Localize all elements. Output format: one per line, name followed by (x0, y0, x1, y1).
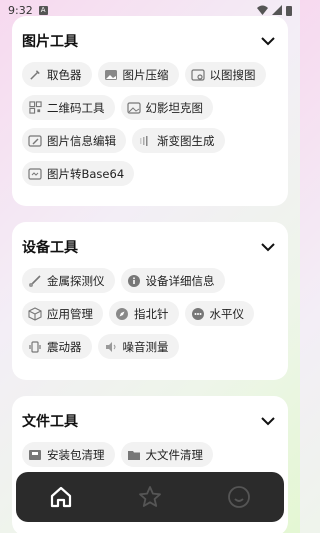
sound-icon (104, 340, 118, 354)
nav-favorites[interactable] (130, 477, 170, 517)
nav-profile[interactable] (219, 477, 259, 517)
chevron-down-icon[interactable] (258, 31, 278, 51)
chip-label: 噪音测量 (122, 339, 169, 354)
image-icon (126, 101, 141, 115)
chip-label: 幻影坦克图 (145, 100, 204, 115)
chip-label: 水平仪 (209, 306, 245, 321)
tool-chip-phantom-tank[interactable]: 幻影坦克图 (120, 95, 213, 120)
notification-icon: A (38, 5, 48, 15)
chip-label: 渐变图生成 (157, 133, 215, 148)
cube-icon (28, 306, 42, 321)
folder-icon (127, 448, 141, 462)
chip-label: 设备详细信息 (145, 273, 215, 288)
tool-chip-gradient[interactable]: 渐变图生成 (132, 128, 225, 153)
qrcode-icon (28, 101, 42, 115)
info-icon (127, 274, 141, 288)
chip-label: 二维码工具 (47, 100, 105, 115)
image-search-icon (190, 68, 205, 82)
tool-chip-large-file-clean[interactable]: 大文件清理 (120, 442, 213, 467)
tool-chip-noise-meter[interactable]: 噪音测量 (97, 334, 179, 359)
chevron-down-icon[interactable] (258, 237, 278, 257)
section-header[interactable]: 设备工具 (22, 236, 278, 258)
tool-chip-apk-clean[interactable]: 安装包清理 (22, 442, 115, 467)
chip-label: 应用管理 (47, 306, 93, 321)
section-header[interactable]: 文件工具 (22, 410, 278, 432)
tool-chip-metal-detector[interactable]: 金属探测仪 (22, 268, 115, 293)
tool-chip-qrcode[interactable]: 二维码工具 (22, 95, 115, 120)
section-image-tools: 图片工具 取色器 图片压缩 以图搜图 二维码工具 幻影坦克图 图片信息编辑 渐变… (12, 16, 288, 206)
image-icon (104, 68, 118, 82)
tool-chip-device-info[interactable]: 设备详细信息 (120, 268, 225, 293)
tool-list: 金属探测仪 设备详细信息 应用管理 指北针 水平仪 震动器 噪音测量 (22, 268, 278, 359)
tool-chip-vibrator[interactable]: 震动器 (22, 334, 92, 359)
chip-label: 大文件清理 (145, 447, 204, 462)
section-device-tools: 设备工具 金属探测仪 设备详细信息 应用管理 指北针 水平仪 震动器 噪音测量 (12, 222, 288, 380)
tool-chip-image-search[interactable]: 以图搜图 (184, 62, 266, 87)
bottom-nav (16, 472, 284, 522)
tool-chip-image-compress[interactable]: 图片压缩 (97, 62, 179, 87)
tool-chip-app-manage[interactable]: 应用管理 (22, 301, 103, 326)
nav-home[interactable] (41, 477, 81, 517)
battery-icon (286, 5, 292, 16)
section-title: 文件工具 (22, 414, 78, 430)
tool-chip-image-base64[interactable]: 图片转Base64 (22, 161, 135, 186)
tool-chip-color-picker[interactable]: 取色器 (22, 62, 92, 87)
tool-list: 取色器 图片压缩 以图搜图 二维码工具 幻影坦克图 图片信息编辑 渐变图生成 图… (22, 62, 278, 186)
image-code-icon (28, 167, 42, 181)
section-header[interactable]: 图片工具 (22, 30, 278, 52)
tool-chip-level[interactable]: 水平仪 (184, 301, 254, 326)
chip-label: 图片转Base64 (47, 166, 125, 181)
level-icon (191, 307, 205, 321)
chip-label: 安装包清理 (47, 447, 105, 462)
chip-label: 以图搜图 (209, 67, 256, 82)
chip-label: 图片压缩 (122, 67, 169, 82)
star-icon (139, 486, 161, 507)
chip-label: 取色器 (47, 67, 82, 82)
chip-label: 指北针 (134, 306, 169, 321)
tool-chip-image-info-edit[interactable]: 图片信息编辑 (22, 128, 126, 153)
metal-detector-icon (28, 274, 42, 288)
chip-label: 震动器 (47, 339, 82, 354)
signal-icon (272, 5, 282, 15)
status-time: 9:32 (8, 3, 33, 17)
chevron-down-icon[interactable] (258, 411, 278, 431)
tool-chip-compass[interactable]: 指北针 (109, 301, 179, 326)
vibrate-icon (28, 340, 42, 354)
eyedropper-icon (28, 68, 42, 82)
chip-label: 图片信息编辑 (47, 133, 116, 148)
wifi-icon (257, 5, 268, 15)
tool-list: 安装包清理 大文件清理 (22, 442, 278, 467)
chip-label: 金属探测仪 (47, 273, 105, 288)
compass-icon (115, 307, 129, 321)
smiley-icon (228, 486, 251, 508)
gradient-icon (138, 134, 152, 148)
image-edit-icon (28, 134, 42, 148)
status-icons (257, 5, 292, 16)
home-icon (50, 486, 71, 508)
package-icon (28, 448, 42, 462)
section-title: 图片工具 (22, 34, 78, 50)
section-title: 设备工具 (22, 240, 78, 256)
